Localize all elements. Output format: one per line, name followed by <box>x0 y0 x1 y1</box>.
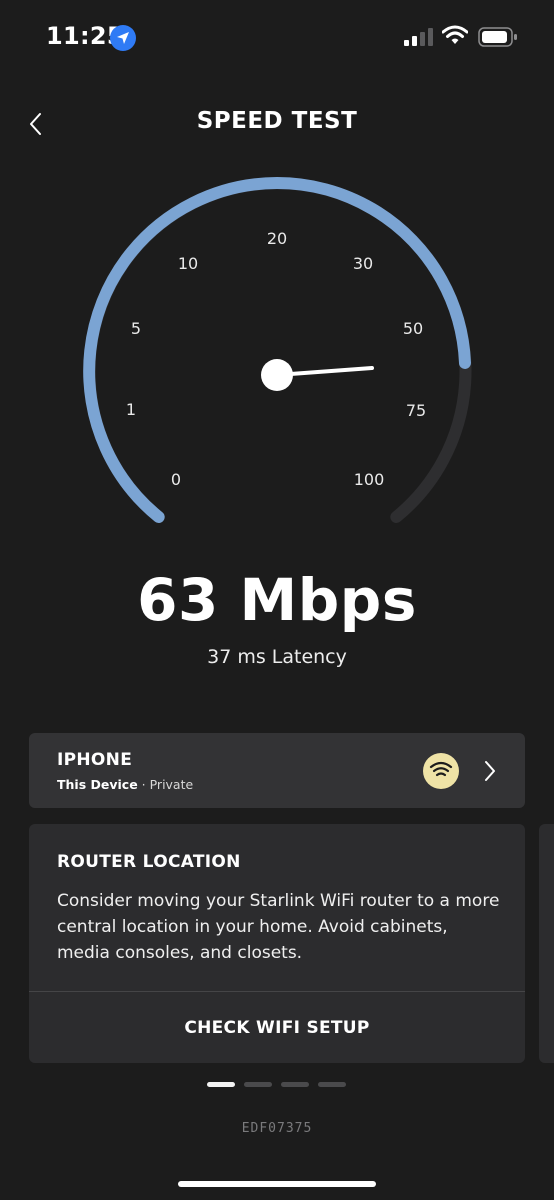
gauge-label: 30 <box>353 254 373 273</box>
device-card[interactable]: IPHONE This Device · Private <box>29 733 525 808</box>
gauge-label: 1 <box>126 400 136 419</box>
page-title: SPEED TEST <box>196 108 358 134</box>
tip-card: ROUTER LOCATION Consider moving your Sta… <box>29 824 525 1063</box>
latency-value: 37 ms Latency <box>207 646 347 668</box>
gauge-label: 5 <box>131 319 141 338</box>
gauge-label: 50 <box>403 319 423 338</box>
page-dot[interactable] <box>207 1082 235 1087</box>
gauge-label: 100 <box>354 470 385 489</box>
page-dot[interactable] <box>244 1082 272 1087</box>
chevron-right-icon <box>483 759 497 783</box>
speed-gauge: 0 1 5 10 20 30 50 75 100 <box>83 177 472 523</box>
wifi-badge-icon <box>423 753 459 789</box>
next-tip-card[interactable] <box>539 824 554 1063</box>
location-arrow-icon <box>110 25 136 51</box>
page-indicator <box>207 1082 346 1087</box>
dish-id: EDF07375 <box>241 1121 313 1136</box>
speed-value: 63 Mbps <box>137 566 417 634</box>
cellular-signal-icon <box>404 28 434 50</box>
device-network: Private <box>149 777 194 792</box>
device-subtitle: This Device · Private <box>57 777 193 792</box>
battery-icon <box>478 27 518 51</box>
gauge-label: 20 <box>267 229 287 248</box>
device-separator: · <box>137 777 150 792</box>
gauge-label: 10 <box>178 254 198 273</box>
device-name: IPHONE <box>57 750 133 770</box>
page-dot[interactable] <box>281 1082 309 1087</box>
tip-body: Consider moving your Starlink WiFi route… <box>57 891 500 963</box>
gauge-label: 0 <box>171 470 181 489</box>
home-indicator[interactable] <box>178 1181 376 1187</box>
gauge-hub <box>261 359 293 391</box>
gauge-label: 75 <box>406 401 426 420</box>
check-wifi-setup-button[interactable]: CHECK WIFI SETUP <box>29 992 525 1063</box>
device-label: This Device <box>57 777 138 792</box>
page-dot[interactable] <box>318 1082 346 1087</box>
tip-title: ROUTER LOCATION <box>57 852 241 872</box>
wifi-icon <box>441 25 469 49</box>
